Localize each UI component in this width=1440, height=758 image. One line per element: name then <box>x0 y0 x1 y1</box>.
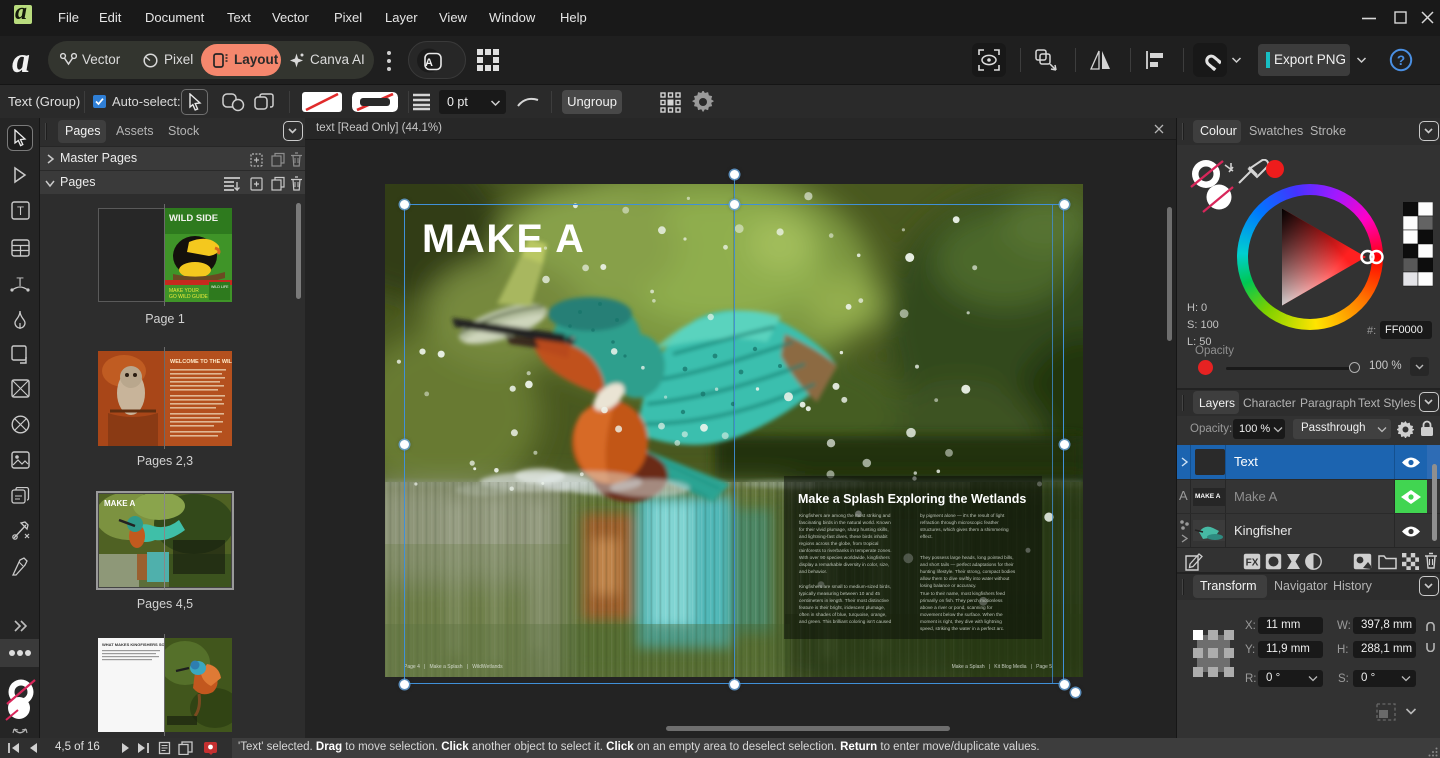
svg-text:GO WILD GUIDE: GO WILD GUIDE <box>169 294 209 300</box>
svg-text:?: ? <box>1397 53 1405 68</box>
svg-text:FX: FX <box>1246 558 1259 569</box>
svg-text:A: A <box>425 57 433 69</box>
svg-text:T: T <box>16 275 24 289</box>
svg-text:MAKE A: MAKE A <box>104 499 135 508</box>
svg-text:WELCOME TO THE WILD SIDE: WELCOME TO THE WILD SIDE <box>170 359 232 365</box>
svg-text:WILD LIFE: WILD LIFE <box>211 285 229 289</box>
svg-text:T: T <box>17 206 24 218</box>
svg-text:WHAT MAKES KINGFISHERS SO...: WHAT MAKES KINGFISHERS SO... <box>102 642 165 647</box>
svg-text:WILD SIDE: WILD SIDE <box>169 213 218 224</box>
svg-text:a: a <box>12 45 30 77</box>
